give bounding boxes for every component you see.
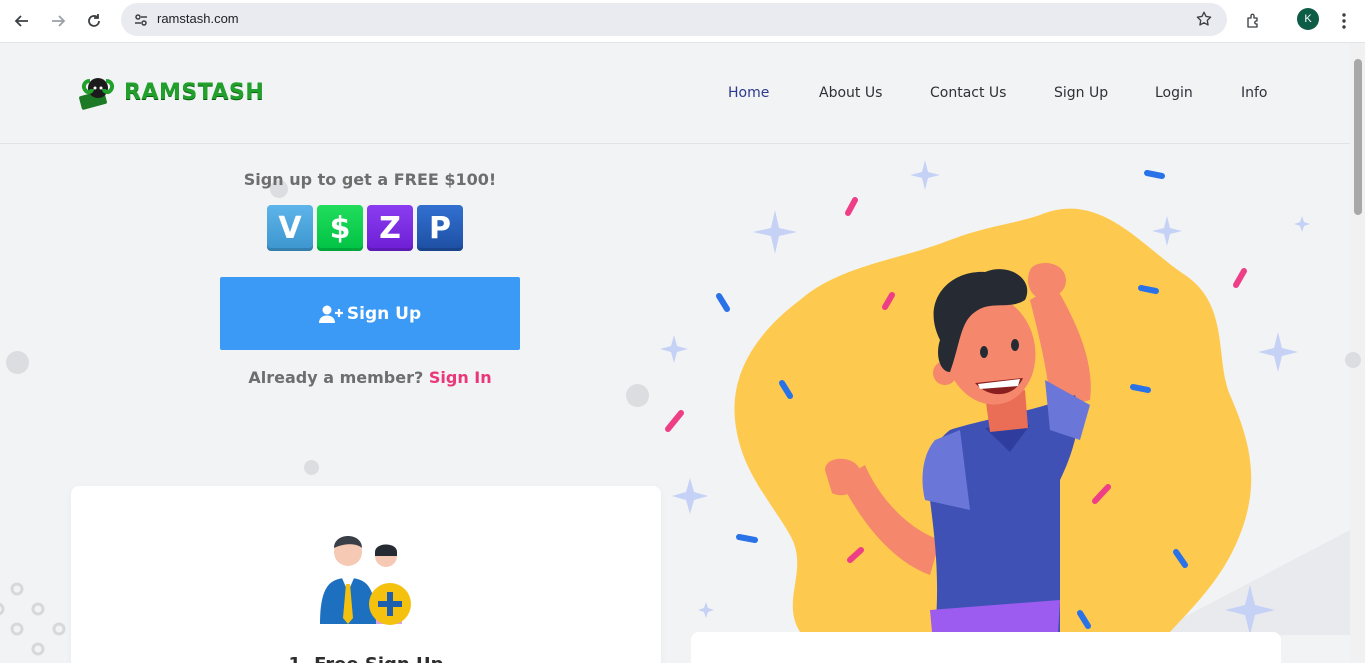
paypal-icon: P [417, 205, 463, 251]
nav-about-us[interactable]: About Us [819, 85, 882, 101]
reload-icon[interactable] [81, 8, 107, 34]
url-text[interactable]: ramstash.com [157, 11, 239, 26]
signup-button-label: Sign Up [346, 303, 422, 324]
back-arrow-icon[interactable] [9, 8, 35, 34]
decor-circle [6, 351, 29, 374]
nav-sign-up[interactable]: Sign Up [1054, 85, 1108, 101]
nav-login[interactable]: Login [1155, 85, 1193, 101]
logo-wordmark: RAMSTASH [124, 79, 265, 105]
payment-methods: V $ Z P [267, 205, 463, 251]
bookmark-star-icon[interactable] [1195, 10, 1215, 30]
profile-avatar[interactable]: K [1297, 8, 1319, 30]
step-card-title: 1. Free Sign Up [71, 654, 661, 663]
user-plus-icon [318, 305, 343, 323]
nav-contact-us[interactable]: Contact Us [930, 85, 1006, 101]
address-bar[interactable]: ramstash.com [121, 3, 1227, 36]
decor-circle [304, 460, 319, 475]
users-add-icon [320, 536, 411, 625]
decor-ring-pattern [0, 582, 66, 656]
scrollbar-thumb[interactable] [1354, 59, 1362, 215]
nav-info[interactable]: Info [1241, 85, 1268, 101]
promo-headline: Sign up to get a FREE $100! [243, 170, 497, 189]
venmo-icon: V [267, 205, 313, 251]
step-card-right [691, 632, 1281, 663]
signin-link[interactable]: Sign In [429, 368, 492, 387]
site-settings-icon[interactable] [129, 8, 153, 32]
site-header: RAMSTASH Home About Us Contact Us Sign U… [0, 43, 1350, 144]
extensions-icon[interactable] [1241, 8, 1267, 34]
member-prompt-text: Already a member? [248, 368, 424, 387]
zelle-icon: Z [367, 205, 413, 251]
nav-home[interactable]: Home [728, 85, 769, 101]
browser-toolbar: ramstash.com K [0, 0, 1365, 43]
cashapp-icon: $ [317, 205, 363, 251]
hero-signup-button[interactable]: Sign Up [220, 277, 520, 350]
more-menu-icon[interactable] [1331, 8, 1357, 34]
ram-logo-icon [79, 78, 115, 110]
step-card-signup: 1. Free Sign Up [71, 486, 661, 663]
forward-arrow-icon[interactable] [45, 8, 71, 34]
celebrating-man-illustration [660, 160, 1350, 635]
member-prompt: Already a member? Sign In [220, 368, 520, 387]
site-logo[interactable]: RAMSTASH [78, 73, 264, 111]
